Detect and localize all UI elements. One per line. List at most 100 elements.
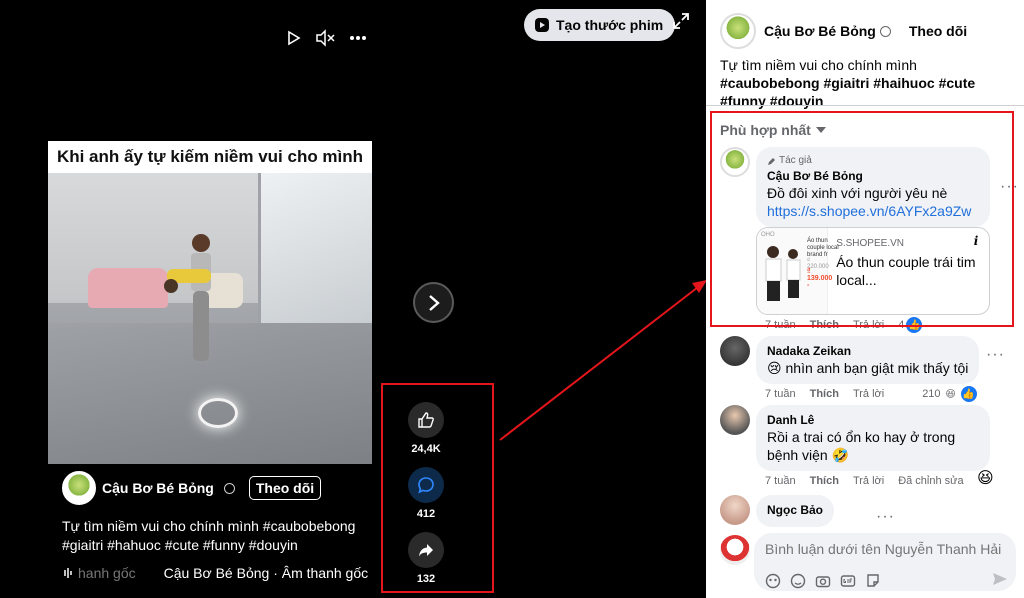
like-reaction-icon: 👍 [906, 317, 923, 333]
post-header: Cậu Bơ Bé Bỏng Theo dõi [720, 13, 967, 49]
comment-button[interactable] [408, 467, 444, 503]
post-author-name-text: Cậu Bơ Bé Bỏng [764, 23, 876, 39]
thumb-couple-image [765, 246, 801, 301]
comment-reply-button[interactable]: Trả lời [853, 388, 884, 400]
comment-more-icon[interactable]: ··· [876, 508, 895, 526]
like-button[interactable] [408, 402, 444, 438]
comment-like-button[interactable]: Thích [810, 319, 839, 331]
scene-floor-light [198, 398, 238, 428]
reaction-count: 4 [898, 319, 905, 331]
share-icon [419, 544, 433, 557]
comment-time[interactable]: 7 tuần [765, 475, 796, 487]
post-divider [706, 105, 1024, 106]
comment-bubble: Tác giả Cậu Bơ Bé Bỏng Đồ đôi xinh với n… [756, 147, 990, 227]
video-overlay-title: Khi anh ấy tự kiếm niềm vui cho mình [48, 141, 372, 173]
link-domain: S.SHOPEE.VN [836, 238, 904, 249]
comment-more-icon[interactable]: ··· [1000, 178, 1019, 196]
gif-icon[interactable] [840, 573, 856, 589]
post-follow-button[interactable]: Theo dõi [909, 23, 967, 39]
audio-faded-label: hanh gốc [78, 565, 136, 581]
next-video-button[interactable] [413, 282, 454, 323]
send-icon[interactable] [992, 571, 1008, 587]
comment-time[interactable]: 7 tuần [765, 388, 796, 400]
more-options-icon[interactable] [349, 35, 367, 41]
reel-icon [535, 18, 549, 32]
author-avatar[interactable] [62, 471, 96, 505]
laugh-emoji-icon: 🤣 [831, 447, 850, 463]
current-user-avatar[interactable] [720, 535, 750, 565]
sticker-icon[interactable] [865, 573, 881, 589]
reaction-summary[interactable]: 210 😆 👍 [922, 386, 977, 402]
fullscreen-icon[interactable] [672, 12, 690, 30]
audio-row[interactable]: hanh gốc Cậu Bơ Bé Bỏng · Âm thanh gốc [62, 565, 368, 581]
comment-link[interactable]: https://s.shopee.vn/6AYFx2a9Zw [767, 203, 971, 219]
comment-edited-label[interactable]: Đã chỉnh sửa [898, 475, 963, 487]
audio-label: Cậu Bơ Bé Bỏng · Âm thanh gốc [163, 565, 369, 581]
comment-like-button[interactable]: Thích [810, 475, 839, 487]
audio-wave-icon [64, 568, 72, 578]
avatar-sticker-icon[interactable] [765, 573, 781, 589]
video-pane: Tạo thước phim Khi anh ấy tự kiếm niềm v… [0, 0, 706, 598]
comment-more-icon[interactable]: ··· [986, 346, 1005, 364]
info-icon[interactable]: i [967, 232, 985, 250]
play-icon[interactable] [285, 30, 301, 46]
thumb-brand: OHO [761, 232, 775, 238]
comment-bubble: Nadaka Zeikan 😢 nhìn anh bạn giật mik th… [756, 336, 980, 384]
video-follow-button[interactable]: Theo dõi [248, 476, 322, 500]
comment-item: Danh Lê Rồi a trai có ổn ko hay ở trong … [720, 405, 990, 471]
mute-icon[interactable] [315, 29, 335, 47]
comment-time[interactable]: 7 tuần [765, 319, 796, 331]
comments-sort-dropdown[interactable]: Phù hợp nhất [720, 122, 826, 138]
comment-avatar[interactable] [720, 147, 750, 177]
link-preview-card[interactable]: OHO Áo thun couple local brand fr ₫ 220.… [756, 227, 990, 315]
comment-avatar[interactable] [720, 336, 750, 366]
sad-emoji-icon: 😢 [767, 360, 782, 376]
link-info: S.SHOPEE.VN Áo thun couple trái tim loca… [828, 228, 989, 314]
comment-author-name[interactable]: Cậu Bơ Bé Bỏng [767, 168, 979, 184]
comment-reply-button[interactable]: Trả lời [853, 319, 884, 331]
comment-icon [418, 477, 434, 494]
post-description-text: Tự tìm niềm vui cho chính mình [720, 57, 917, 73]
create-reel-button[interactable]: Tạo thước phim [524, 9, 676, 41]
comment-author-name[interactable]: Danh Lê [767, 412, 979, 428]
scene-people [164, 234, 211, 361]
chevron-right-icon [428, 294, 440, 311]
comment-avatar[interactable] [720, 495, 750, 525]
share-button[interactable] [408, 532, 444, 568]
comment-avatar[interactable] [720, 405, 750, 435]
video-frame[interactable]: Khi anh ấy tự kiếm niềm vui cho mình [48, 141, 372, 464]
comments-sort-label: Phù hợp nhất [720, 122, 811, 138]
pencil-icon [768, 157, 775, 165]
comment-like-button[interactable]: Thích [810, 388, 839, 400]
comment-text: nhìn anh bạn giật mik thấy tội [785, 360, 969, 376]
scene-window [258, 173, 372, 323]
like-reaction-icon: 👍 [960, 386, 977, 402]
thumb-text: Áo thun couple local brand fr [807, 238, 839, 258]
share-count: 132 [416, 573, 436, 585]
comment-text: Rồi a trai có ổn ko hay ở trong bệnh việ… [767, 429, 956, 463]
comment-author-name[interactable]: Nadaka Zeikan [767, 343, 968, 359]
comment-input-box[interactable] [754, 533, 1016, 591]
comment-author-name[interactable]: Ngọc Bảo [767, 502, 823, 518]
comment-reply-button[interactable]: Trả lời [853, 475, 884, 487]
globe-icon [223, 482, 235, 494]
input-tools [765, 573, 881, 589]
link-title: Áo thun couple trái tim local... [836, 254, 976, 288]
video-description: Tự tìm niềm vui cho chính mình #caubobeb… [62, 518, 356, 553]
comment-item: Nadaka Zeikan 😢 nhìn anh bạn giật mik th… [720, 336, 980, 384]
camera-icon[interactable] [815, 573, 831, 589]
like-count: 24,4K [411, 443, 441, 455]
post-description: Tự tìm niềm vui cho chính mình #caubobeb… [720, 56, 1016, 110]
reaction-count: 210 [922, 388, 941, 400]
reaction-summary[interactable]: 4 👍 [898, 317, 923, 333]
comment-meta: 7 tuần Thích Trả lời Đã chỉnh sửa [765, 475, 964, 487]
emoji-icon[interactable] [790, 573, 806, 589]
comment-meta: 7 tuần Thích Trả lời 4 👍 [765, 317, 923, 333]
post-hashtags[interactable]: #caubobebong #giaitri #haihuoc #cute #fu… [720, 75, 975, 109]
haha-reaction-icon[interactable]: 😆 [977, 468, 994, 488]
post-author-avatar[interactable] [720, 13, 756, 49]
comment-item: Ngọc Bảo [720, 495, 835, 527]
comment-input[interactable] [765, 541, 1005, 557]
post-author-name[interactable]: Cậu Bơ Bé Bỏng [764, 23, 891, 39]
video-author-name[interactable]: Cậu Bơ Bé Bỏng [102, 480, 214, 496]
